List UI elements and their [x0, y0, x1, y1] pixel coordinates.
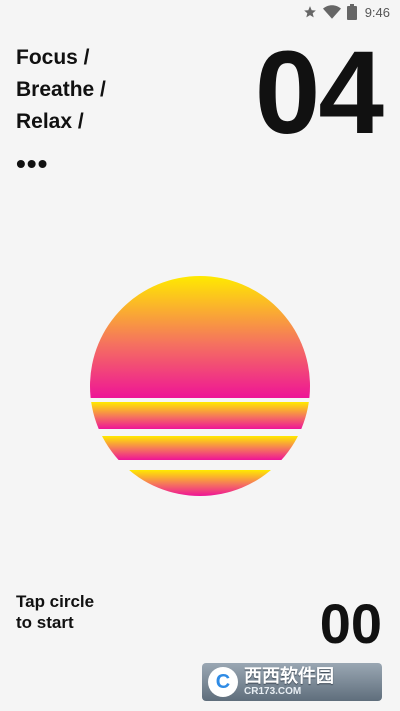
more-options-button[interactable]: ••• — [16, 150, 48, 178]
mode-relax[interactable]: Relax / — [16, 106, 106, 138]
mode-breathe[interactable]: Breathe / — [16, 74, 106, 106]
start-hint: Tap circle to start — [16, 592, 95, 632]
battery-icon — [346, 4, 357, 20]
status-time: 9:46 — [364, 4, 390, 20]
watermark-main-text: 西西软件园 — [244, 666, 334, 686]
timer-minutes: 04 — [254, 27, 384, 159]
sun-icon — [90, 276, 310, 496]
star-icon — [303, 5, 317, 19]
mode-focus[interactable]: Focus / — [16, 42, 106, 74]
status-bar: 9:46 — [0, 0, 400, 24]
mode-list: Focus / Breathe / Relax / — [16, 42, 106, 138]
wifi-icon — [322, 5, 341, 19]
timer-seconds: 00 — [319, 592, 382, 655]
sun-circle-button[interactable] — [90, 276, 310, 496]
watermark-sub-text: CR173.COM — [244, 686, 302, 697]
watermark-logo: C 西西软件园 CR173.COM — [202, 663, 382, 701]
watermark-badge: C — [208, 667, 238, 697]
